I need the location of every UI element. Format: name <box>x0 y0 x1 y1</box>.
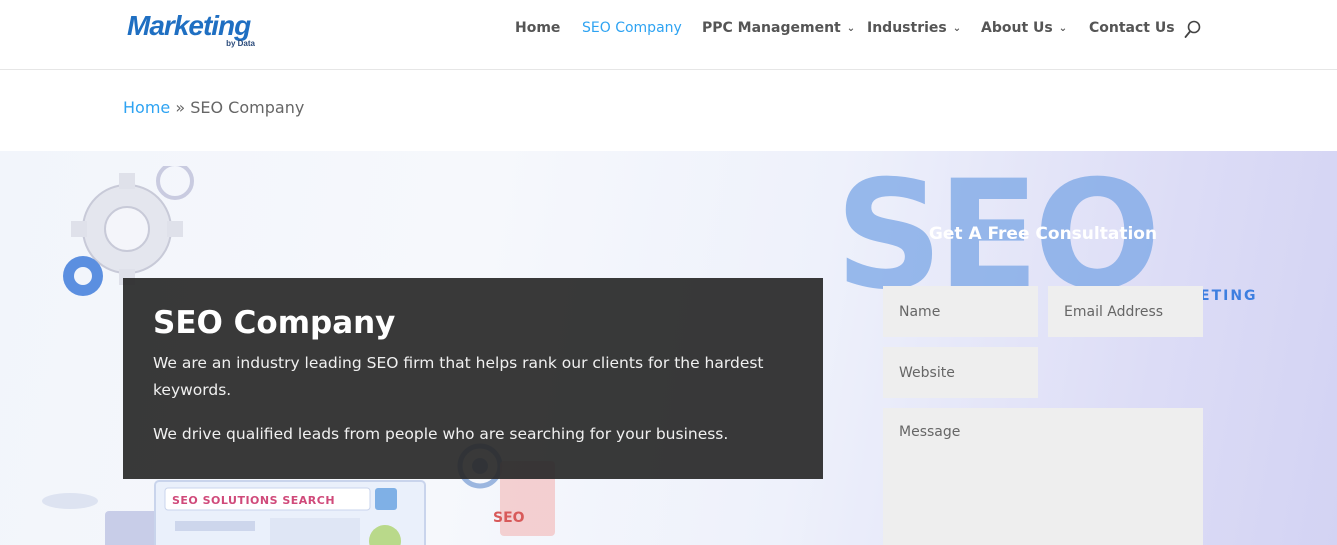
seo-watermark-sub: ETING <box>1200 288 1258 304</box>
hero-section: SEO ETING SEO SOLUTIONS SEARCH SEO SEO C… <box>0 151 1337 545</box>
breadcrumb-separator: » <box>175 98 186 117</box>
nav-item-label: About Us <box>981 20 1053 36</box>
illustration-search-label: SEO SOLUTIONS SEARCH <box>172 494 336 507</box>
logo-wordmark: Marketing <box>127 10 251 41</box>
search-icon[interactable] <box>1184 20 1202 40</box>
nav-item-seo-company[interactable]: SEO Company <box>582 20 682 36</box>
breadcrumb-current: SEO Company <box>190 98 305 117</box>
hero-description: We are an industry leading SEO firm that… <box>153 353 764 399</box>
name-field[interactable] <box>883 286 1038 337</box>
chevron-down-icon: ⌄ <box>952 23 962 34</box>
illustration-seo-badge: SEO <box>493 510 525 526</box>
chevron-down-icon: ⌄ <box>846 23 856 34</box>
form-title: Get A Free Consultation <box>928 224 1158 244</box>
nav-item-contact-us[interactable]: Contact Us <box>1089 20 1175 36</box>
site-header: Marketing by Data Home SEO Company PPC M… <box>0 0 1337 70</box>
hero-card: SEO Company We are an industry leading S… <box>123 278 823 479</box>
gear-illustration <box>63 166 194 296</box>
site-logo[interactable]: Marketing by Data <box>127 8 259 52</box>
nav-item-label: Industries <box>867 20 947 36</box>
nav-item-label: SEO Company <box>582 20 682 36</box>
email-field[interactable] <box>1048 286 1203 337</box>
message-field[interactable] <box>883 408 1203 545</box>
nav-item-label: Home <box>515 20 561 36</box>
nav-item-ppc-management[interactable]: PPC Management ⌄ <box>702 20 855 36</box>
nav-item-about-us[interactable]: About Us ⌄ <box>981 20 1067 36</box>
logo-tagline: by Data <box>226 39 255 48</box>
website-field[interactable] <box>883 347 1038 398</box>
page-title: SEO Company <box>153 305 396 341</box>
breadcrumb-home-link[interactable]: Home <box>123 98 170 117</box>
hero-subdescription: We drive qualified leads from people who… <box>153 424 729 443</box>
nav-item-home[interactable]: Home <box>515 20 560 36</box>
chevron-down-icon: ⌄ <box>1058 23 1068 34</box>
breadcrumb: Home » SEO Company <box>123 98 304 117</box>
nav-item-label: PPC Management <box>702 20 841 36</box>
nav-item-industries[interactable]: Industries ⌄ <box>867 20 961 36</box>
nav-item-label: Contact Us <box>1089 20 1175 36</box>
